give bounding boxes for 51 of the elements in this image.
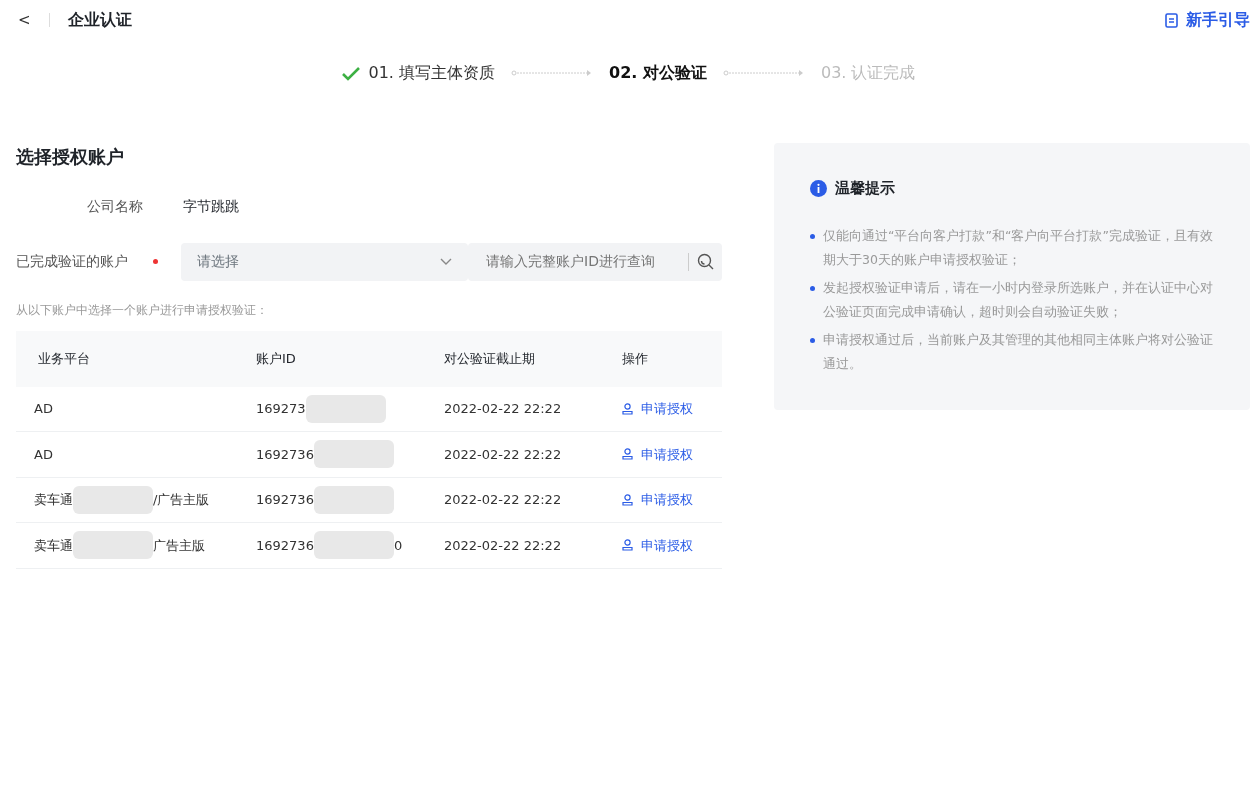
tips-title: 温馨提示 — [835, 178, 895, 199]
column-header: 账户ID — [256, 349, 297, 368]
step-label: 02. 对公验证 — [609, 62, 707, 84]
table-cell-text: AD — [34, 400, 53, 419]
search-input[interactable]: 请输入完整账户ID进行查询 — [484, 250, 680, 274]
section-title: 选择授权账户 — [16, 146, 125, 168]
table-cell-text: 卖车通 — [34, 491, 73, 510]
user-icon — [622, 448, 633, 461]
table-cell-text: 2022-02-22 22:22 — [444, 491, 563, 510]
table-cell-text: /广告主版 — [153, 491, 210, 510]
apply-link[interactable]: 申请授权 — [622, 399, 693, 419]
bullet-dot — [810, 233, 815, 239]
table-cell-text: AD — [34, 445, 53, 464]
table-cell-text: 1692736 — [256, 445, 314, 464]
search-field[interactable]: 请输入完整账户ID进行查询 — [468, 242, 722, 281]
table-cell-text: 广告主版 — [153, 536, 205, 555]
info-icon — [810, 179, 827, 197]
user-icon — [622, 539, 633, 552]
hint-text: 从以下账户中选择一个账户进行申请授权验证： — [16, 301, 269, 319]
back-button[interactable]: < — [18, 8, 31, 32]
form-label: 已完成验证的账户 — [16, 252, 129, 272]
step-label: 01. 填写主体资质 — [368, 62, 496, 84]
apply-link[interactable]: 申请授权 — [622, 444, 693, 465]
page-title: 企业认证 — [67, 9, 132, 31]
user-icon — [622, 493, 633, 506]
search-icon[interactable] — [697, 253, 714, 271]
account-select[interactable]: 请选择 — [181, 242, 468, 281]
tip-text: 仅能向通过“平台向客户打款”和“客户向平台打款”完成验证，且有效期大于30天的账户申请授权验证； — [823, 226, 1214, 269]
step-label: 03. 认证完成 — [820, 62, 916, 84]
tip-text: 申请授权通过后，当前账户及其管理的其他相同主体账户将对公验证通过。 — [823, 330, 1214, 373]
column-header: 业务平台 — [37, 349, 91, 368]
table-cell-text: 2022-02-22 22:22 — [444, 536, 563, 555]
form-label: 公司名称 — [86, 196, 143, 216]
table-cell-text: 1692736 — [256, 536, 314, 555]
company-name: 字节跳跳 — [183, 196, 239, 216]
table-cell-text: 1692736 — [256, 491, 314, 510]
column-header: 对公验证截止期 — [444, 349, 536, 368]
bullet-dot — [810, 337, 815, 343]
bullet-dot — [810, 285, 815, 291]
table-cell-text: 2022-02-22 22:22 — [444, 400, 563, 419]
user-icon — [622, 402, 633, 415]
apply-link[interactable]: 申请授权 — [622, 490, 693, 510]
column-header: 操作 — [622, 349, 649, 368]
apply-link[interactable]: 申请授权 — [622, 535, 693, 556]
table-cell-text: 卖车通 — [34, 536, 73, 555]
document-icon — [1165, 12, 1178, 28]
table-cell-text: 0 — [393, 536, 403, 555]
guide-link[interactable]: 新手引导 — [1165, 8, 1250, 32]
chevron-down-icon — [440, 257, 452, 266]
table-cell-text: 169273 — [256, 400, 306, 419]
table-cell-text: 2022-02-22 22:22 — [444, 445, 563, 464]
